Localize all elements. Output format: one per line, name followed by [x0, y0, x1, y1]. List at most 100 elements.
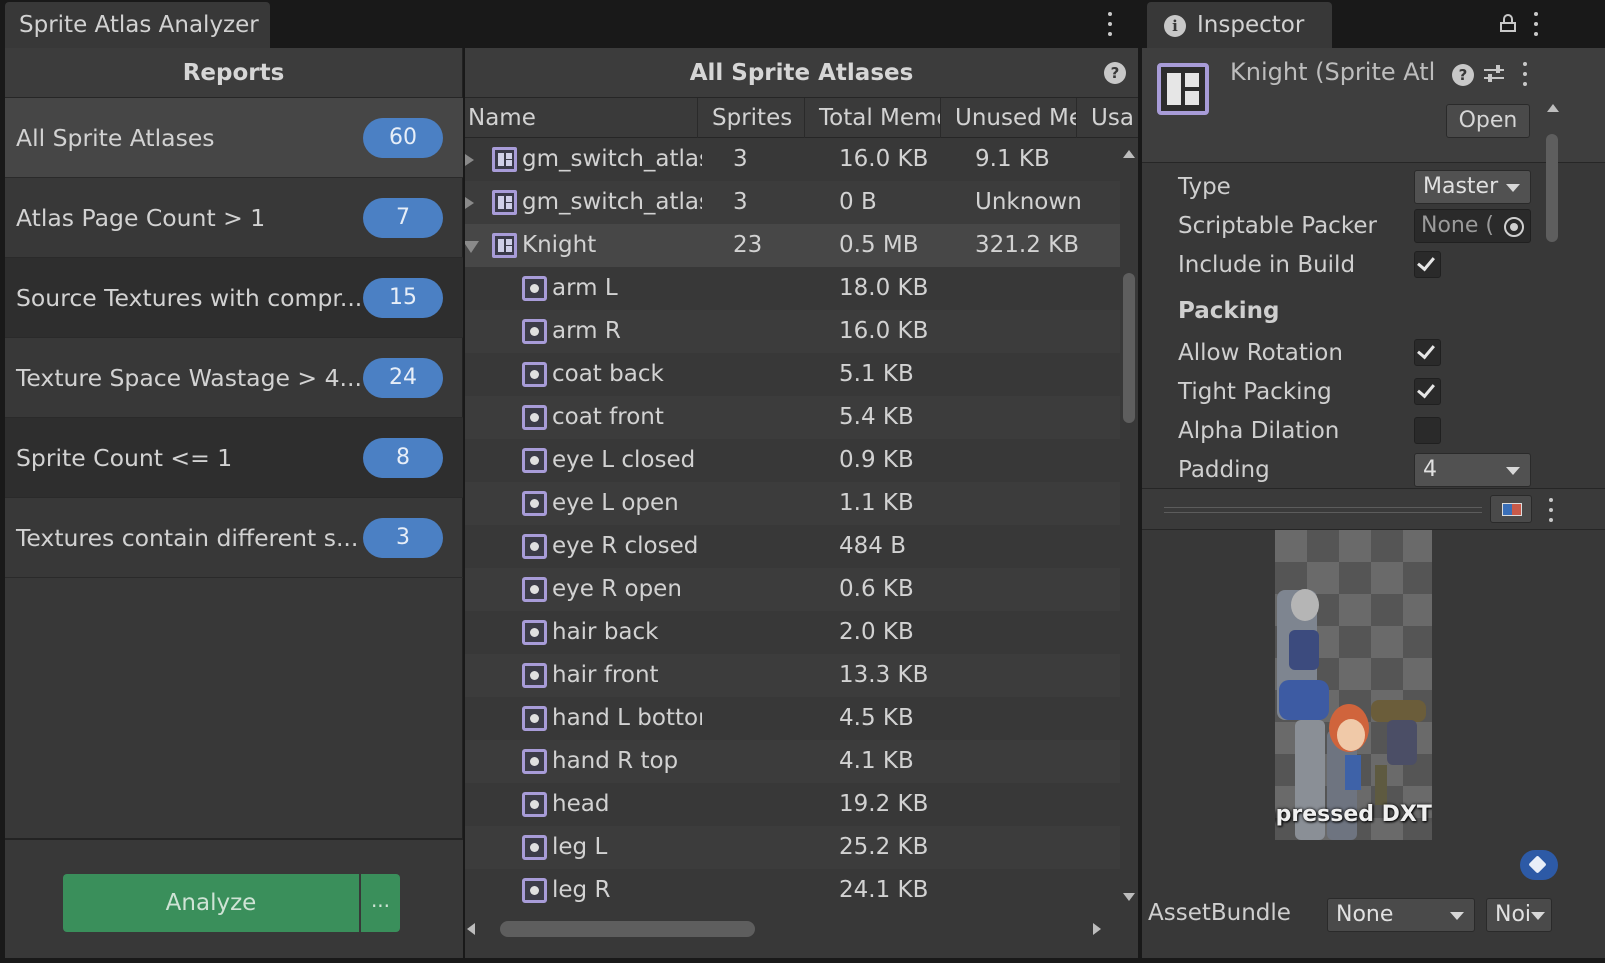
tag-icon[interactable]: [1520, 850, 1558, 880]
column-header-unused-memory[interactable]: Unused Me: [941, 98, 1077, 138]
analyze-button[interactable]: Analyze: [63, 874, 359, 932]
table-row-sprite[interactable]: hair back 2.0 KB: [465, 611, 1120, 654]
scrollbar-thumb[interactable]: [1546, 134, 1558, 242]
cell-name: gm_switch_atlas: [522, 146, 702, 172]
object-menu-icon[interactable]: [1518, 62, 1532, 86]
include-in-build-label: Include in Build: [1178, 252, 1356, 278]
tab-sprite-atlas-analyzer[interactable]: Sprite Atlas Analyzer: [5, 2, 270, 48]
tab-bar: Sprite Atlas Analyzer: [0, 0, 1140, 48]
column-header-total-memory[interactable]: Total Memo: [805, 98, 941, 138]
table-row-sprite[interactable]: eye L open 1.1 KB: [465, 482, 1120, 525]
inspector-tab-label: Inspector: [1197, 12, 1305, 38]
cell-total-memory: 0 B: [839, 189, 877, 215]
collapse-arrow-icon[interactable]: [465, 241, 479, 253]
reports-footer: Analyze ...: [5, 838, 463, 958]
tab-inspector[interactable]: i Inspector: [1147, 2, 1332, 48]
table-horizontal-scrollbar[interactable]: [465, 913, 1120, 943]
table-row-sprite[interactable]: leg R 24.1 KB: [465, 869, 1120, 912]
table-row-sprite[interactable]: eye L closed 0.9 KB: [465, 439, 1120, 482]
table-row-sprite[interactable]: head 19.2 KB: [465, 783, 1120, 826]
table-row-sprite[interactable]: arm R 16.0 KB: [465, 310, 1120, 353]
cell-name: leg R: [552, 877, 611, 903]
window-menu-icon[interactable]: [1103, 12, 1117, 36]
preview-menu-icon[interactable]: [1544, 498, 1558, 522]
help-icon[interactable]: ?: [1452, 64, 1474, 86]
scrollbar-thumb[interactable]: [500, 921, 755, 937]
cell-total-memory: 5.4 KB: [839, 404, 914, 430]
table-row-sprite[interactable]: hair front 13.3 KB: [465, 654, 1120, 697]
assetbundle-variant-dropdown[interactable]: Noi: [1486, 898, 1552, 932]
table-row-sprite[interactable]: eye R open 0.6 KB: [465, 568, 1120, 611]
type-dropdown[interactable]: Master: [1414, 170, 1531, 204]
report-item-textures-contain-different[interactable]: Textures contain different s... 3: [5, 498, 463, 578]
sprite-atlas-icon: [492, 233, 517, 258]
assetbundle-dropdown[interactable]: None: [1327, 898, 1475, 932]
report-item-sprite-count[interactable]: Sprite Count <= 1 8: [5, 418, 463, 498]
checkmark-icon: [1417, 252, 1435, 272]
table-vertical-scrollbar[interactable]: [1120, 138, 1138, 913]
object-picker-icon[interactable]: [1504, 217, 1524, 237]
table-row-atlas-selected[interactable]: Knight 23 0.5 MB 321.2 KB: [465, 224, 1120, 267]
inspector-menu-icon[interactable]: [1529, 12, 1543, 36]
scriptable-packer-object-field[interactable]: None (: [1414, 209, 1531, 243]
column-header-sprites[interactable]: Sprites: [698, 98, 805, 138]
report-item-atlas-page-count[interactable]: Atlas Page Count > 1 7: [5, 178, 463, 258]
allow-rotation-checkbox[interactable]: [1414, 339, 1441, 366]
scriptable-packer-value: None (: [1421, 213, 1494, 238]
color-channel-button[interactable]: [1490, 495, 1532, 523]
presets-sliders-icon[interactable]: [1484, 64, 1504, 84]
include-in-build-checkbox[interactable]: [1414, 251, 1441, 278]
allow-rotation-label: Allow Rotation: [1178, 340, 1343, 366]
scrollbar-thumb[interactable]: [1123, 273, 1135, 423]
lock-icon[interactable]: [1500, 14, 1516, 32]
packing-section-title[interactable]: Packing: [1178, 298, 1279, 324]
sprite-icon: [522, 448, 547, 473]
scroll-up-arrow-icon[interactable]: [1123, 150, 1135, 158]
report-item-label: Sprite Count <= 1: [16, 444, 233, 472]
analyze-options-button[interactable]: ...: [361, 874, 400, 932]
report-item-label: All Sprite Atlases: [16, 124, 215, 152]
open-button[interactable]: Open: [1446, 104, 1530, 138]
column-header-usage[interactable]: Usa: [1077, 98, 1138, 138]
inspector-scrollbar[interactable]: [1542, 104, 1562, 534]
report-item-all-sprite-atlases[interactable]: All Sprite Atlases 60: [5, 98, 463, 178]
cell-name: coat front: [552, 404, 664, 430]
count-badge: 60: [363, 118, 443, 158]
expand-arrow-icon[interactable]: [465, 152, 474, 168]
preview-resize-handle[interactable]: [1164, 507, 1482, 513]
report-item-texture-space-wastage[interactable]: Texture Space Wastage > 4... 24: [5, 338, 463, 418]
help-icon[interactable]: ?: [1104, 62, 1126, 84]
assetbundle-variant-value: Noi: [1495, 902, 1532, 927]
column-header-name[interactable]: Name: [465, 98, 698, 138]
atlas-table-panel: All Sprite Atlases ? Name Sprites Total …: [465, 48, 1138, 958]
table-row-sprite[interactable]: hand R top 4.1 KB: [465, 740, 1120, 783]
scroll-right-arrow-icon[interactable]: [1093, 923, 1101, 935]
scroll-left-arrow-icon[interactable]: [467, 923, 475, 935]
table-row-sprite[interactable]: arm L 18.0 KB: [465, 267, 1120, 310]
table-row-sprite[interactable]: leg L 25.2 KB: [465, 826, 1120, 869]
tight-packing-field: Tight Packing: [1178, 373, 1578, 411]
padding-dropdown[interactable]: 4: [1414, 453, 1531, 487]
table-row-sprite[interactable]: hand L bottor 4.5 KB: [465, 697, 1120, 740]
sprite-atlas-icon: [492, 190, 517, 215]
sprite-icon: [522, 706, 547, 731]
table-row-sprite[interactable]: coat back 5.1 KB: [465, 353, 1120, 396]
scroll-up-arrow-icon[interactable]: [1547, 104, 1559, 112]
table-row-atlas[interactable]: gm_switch_atlas 3 16.0 KB 9.1 KB: [465, 138, 1120, 181]
table-row-atlas[interactable]: gm_switch_atlas 3 0 B Unknown: [465, 181, 1120, 224]
sprite-atlas-icon: [1157, 63, 1209, 115]
sprite-icon: [522, 491, 547, 516]
expand-arrow-icon[interactable]: [465, 195, 474, 211]
inspector-object-title: Knight (Sprite Atl: [1230, 58, 1435, 86]
table-row-sprite[interactable]: coat front 5.4 KB: [465, 396, 1120, 439]
cell-name: arm R: [552, 318, 621, 344]
alpha-dilation-label: Alpha Dilation: [1178, 418, 1340, 444]
report-item-source-textures[interactable]: Source Textures with compr... 15: [5, 258, 463, 338]
alpha-dilation-checkbox[interactable]: [1414, 417, 1441, 444]
tight-packing-checkbox[interactable]: [1414, 378, 1441, 405]
scroll-down-arrow-icon[interactable]: [1123, 893, 1135, 901]
padding-value: 4: [1423, 457, 1437, 482]
table-row-sprite[interactable]: eye R closed 484 B: [465, 525, 1120, 568]
cell-total-memory: 18.0 KB: [839, 275, 929, 301]
assetbundle-label: AssetBundle: [1148, 900, 1291, 926]
